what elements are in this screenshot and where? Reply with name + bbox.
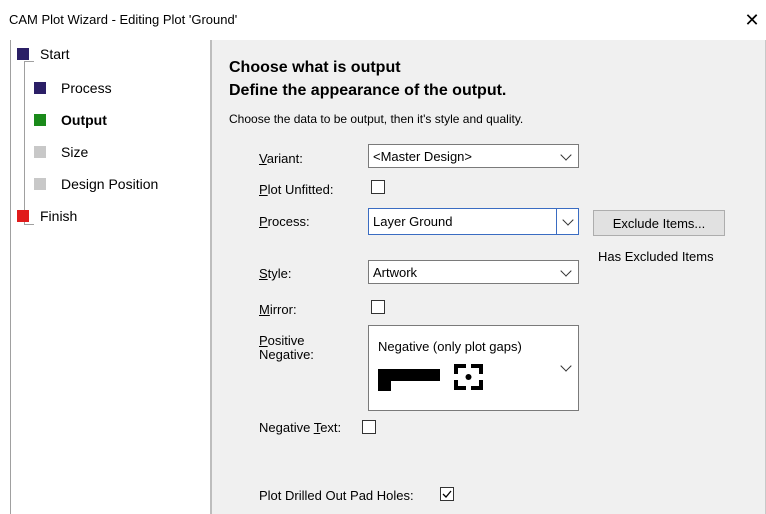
- style-value: Artwork: [373, 265, 418, 280]
- step-finish[interactable]: Finish: [40, 208, 77, 224]
- mirror-label: Mirror:: [259, 302, 297, 317]
- mirror-checkbox[interactable]: [371, 300, 385, 314]
- plot-unfitted-checkbox[interactable]: [371, 180, 385, 194]
- page-subheading: Define the appearance of the output.: [229, 82, 507, 99]
- exclude-items-button[interactable]: Exclude Items...: [593, 210, 725, 236]
- step-process[interactable]: Process: [61, 80, 112, 96]
- positive-negative-label-line2: Negative:: [259, 347, 314, 362]
- step-output[interactable]: Output: [61, 112, 107, 128]
- style-dropdown[interactable]: Artwork: [368, 260, 579, 284]
- excluded-items-note: Has Excluded Items: [598, 249, 714, 264]
- process-value: Layer Ground: [373, 214, 453, 229]
- plot-drilled-checkbox[interactable]: [440, 487, 454, 501]
- positive-negative-value: Negative (only plot gaps): [378, 339, 522, 354]
- checkmark-icon: [442, 490, 452, 498]
- plot-drilled-label: Plot Drilled Out Pad Holes:: [259, 488, 414, 503]
- step-size[interactable]: Size: [61, 144, 88, 160]
- variant-label: Variant:: [259, 151, 303, 166]
- page-heading: Choose what is output: [229, 59, 401, 76]
- chevron-down-icon: [560, 149, 572, 161]
- step-start[interactable]: Start: [40, 46, 70, 62]
- negative-preview-icon: [378, 364, 483, 391]
- step-marker-finish: [17, 210, 29, 222]
- variant-dropdown[interactable]: <Master Design>: [368, 144, 579, 168]
- page-description: Choose the data to be output, then it's …: [229, 112, 524, 126]
- chevron-down-icon: [560, 265, 572, 277]
- step-marker-size: [34, 146, 46, 158]
- step-marker-design-position: [34, 178, 46, 190]
- step-marker-output: [34, 114, 46, 126]
- negative-text-label: Negative Text:: [259, 420, 342, 435]
- tree-connector-line: [24, 61, 34, 62]
- step-marker-start: [17, 48, 29, 60]
- positive-negative-dropdown[interactable]: Negative (only plot gaps): [368, 325, 579, 411]
- process-label: Process:: [259, 214, 310, 229]
- variant-value: <Master Design>: [373, 149, 472, 164]
- step-design-position[interactable]: Design Position: [61, 176, 158, 192]
- window-title: CAM Plot Wizard - Editing Plot 'Ground': [9, 12, 238, 27]
- tree-connector-line: [24, 224, 34, 225]
- close-icon[interactable]: ✕: [740, 8, 764, 32]
- positive-negative-label-line1: Positive: [259, 333, 305, 348]
- tree-connector-line: [24, 61, 25, 224]
- dropdown-separator: [556, 209, 557, 234]
- title-bar: CAM Plot Wizard - Editing Plot 'Ground' …: [0, 0, 766, 40]
- plot-unfitted-label: Plot Unfitted:: [259, 182, 334, 197]
- chevron-down-icon: [560, 360, 572, 372]
- style-label: Style:: [259, 266, 292, 281]
- negative-text-checkbox[interactable]: [362, 420, 376, 434]
- wizard-steps-panel: [11, 40, 210, 514]
- process-dropdown[interactable]: Layer Ground: [368, 208, 579, 235]
- chevron-down-icon: [562, 214, 574, 226]
- step-marker-process: [34, 82, 46, 94]
